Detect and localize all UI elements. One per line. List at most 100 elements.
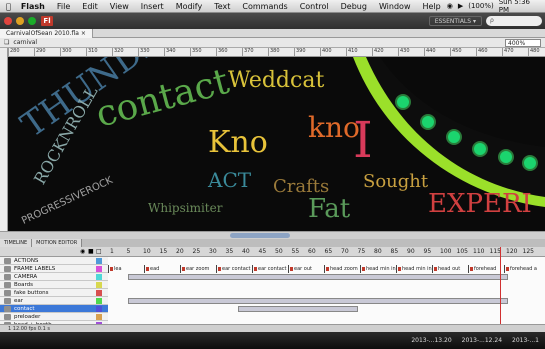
ruler-tick: 450: [450, 48, 476, 56]
layer-row[interactable]: contact: [0, 305, 545, 313]
tween-span[interactable]: [128, 274, 508, 280]
layer-name[interactable]: Boards: [14, 281, 33, 289]
layer-row[interactable]: FRAME LABELS lea ead ear zoom ear contact ear…: [0, 265, 545, 273]
menu-text[interactable]: Text: [208, 2, 236, 11]
stage-horizontal-scrollbar[interactable]: [0, 231, 545, 239]
menu-debug[interactable]: Debug: [335, 2, 373, 11]
frame-label[interactable]: head zoom: [324, 265, 358, 273]
menu-view[interactable]: View: [104, 2, 135, 11]
scrollbar-thumb[interactable]: [230, 233, 290, 238]
playhead[interactable]: [500, 247, 501, 332]
layer-frames[interactable]: [108, 313, 545, 321]
scene-name[interactable]: carnival: [13, 39, 37, 46]
frame-label[interactable]: ear out: [288, 265, 312, 273]
volume-icon[interactable]: ▶: [458, 2, 463, 10]
menu-modify[interactable]: Modify: [170, 2, 209, 11]
ruler-tick: 370: [242, 48, 268, 56]
outline-icon[interactable]: □: [96, 248, 102, 255]
frame-label[interactable]: forehead: [468, 265, 496, 273]
layer-frames[interactable]: lea ead ear zoom ear contact ear contact ear …: [108, 265, 545, 273]
layer-frames[interactable]: [108, 289, 545, 297]
horizontal-ruler: 280 290 300 310 320 330 340 350 360 370 380 390 400 4…: [8, 48, 545, 57]
frame-label[interactable]: ear zoom: [180, 265, 209, 273]
frame-label[interactable]: forehead a: [504, 265, 537, 273]
close-window-button[interactable]: [4, 17, 12, 25]
dock-item[interactable]: 2013-...13.20: [411, 337, 451, 344]
layer-color-swatch[interactable]: [96, 314, 102, 320]
frame-label[interactable]: ead: [144, 265, 159, 273]
layer-frames[interactable]: [108, 273, 545, 281]
layer-frames[interactable]: [108, 297, 545, 305]
wifi-icon[interactable]: ◉: [447, 2, 453, 10]
layer-color-swatch[interactable]: [96, 290, 102, 296]
layer-color-swatch[interactable]: [96, 274, 102, 280]
layer-row[interactable]: ear: [0, 297, 545, 305]
frame-number: 40: [242, 248, 250, 255]
menu-help[interactable]: Help: [416, 2, 446, 11]
document-tab[interactable]: CarnivalOfSean 2010.fla ×: [0, 28, 93, 38]
frame-label[interactable]: head min in: [396, 265, 432, 273]
clock[interactable]: Sun 5:36 PM: [499, 0, 541, 14]
frame-label[interactable]: ear contact: [216, 265, 251, 273]
frame-ruler[interactable]: ◉ ■ □ 1 5 10 15 20 25 30 35 40 45 50 55 60 65 70 75 80 85…: [0, 247, 545, 257]
layer-name[interactable]: CAMERA: [14, 273, 37, 281]
menu-commands[interactable]: Commands: [236, 2, 293, 11]
battery-status[interactable]: (100%): [468, 2, 493, 10]
menu-control[interactable]: Control: [294, 2, 335, 11]
tab-timeline[interactable]: TIMELINE: [0, 239, 33, 247]
frame-number: 90: [407, 248, 415, 255]
layer-color-swatch[interactable]: [96, 258, 102, 264]
menu-window[interactable]: Window: [373, 2, 417, 11]
layer-name[interactable]: FRAME LABELS: [14, 265, 55, 273]
frame-label[interactable]: head min in: [360, 265, 396, 273]
lock-icon[interactable]: ■: [88, 248, 94, 255]
eye-icon[interactable]: ◉: [80, 248, 85, 255]
layer-frames[interactable]: [108, 281, 545, 289]
layer-row[interactable]: Boards: [0, 281, 545, 289]
ruler-tick: 330: [138, 48, 164, 56]
layer-frames[interactable]: [108, 257, 545, 265]
tween-span[interactable]: [128, 298, 508, 304]
frame-number: 110: [473, 248, 485, 255]
frame-number: 125: [522, 248, 534, 255]
frame-label[interactable]: lea: [108, 265, 122, 273]
layer-name[interactable]: contact: [14, 305, 35, 313]
layer-row[interactable]: CAMERA: [0, 273, 545, 281]
dock-item[interactable]: 2013-...1: [512, 337, 539, 344]
tab-motion-editor[interactable]: MOTION EDITOR: [32, 239, 83, 247]
layer-name[interactable]: ACTIONS: [14, 257, 38, 265]
menu-edit[interactable]: Edit: [76, 2, 104, 11]
layer-icon: [4, 290, 11, 296]
layer-name[interactable]: fake buttons: [14, 289, 48, 297]
frame-label[interactable]: ear contact: [252, 265, 287, 273]
layer-row[interactable]: ACTIONS: [0, 257, 545, 265]
minimize-window-button[interactable]: [16, 17, 24, 25]
layer-color-swatch[interactable]: [96, 298, 102, 304]
layer-color-swatch[interactable]: [96, 306, 102, 312]
window-titlebar: Fl ESSENTIALS ▾ ρ: [0, 13, 545, 29]
menu-insert[interactable]: Insert: [135, 2, 170, 11]
frame-number: 30: [209, 248, 217, 255]
zoom-window-button[interactable]: [28, 17, 36, 25]
word-experi: EXPERI: [428, 189, 532, 219]
zoom-select[interactable]: 400%: [505, 38, 541, 47]
menu-app-name[interactable]: Flash: [17, 2, 51, 11]
help-search-input[interactable]: ρ: [486, 16, 542, 26]
layer-frames[interactable]: [108, 305, 545, 313]
layer-name[interactable]: preloader: [14, 313, 40, 321]
dock-item[interactable]: 2013-...12.24: [462, 337, 502, 344]
frame-label[interactable]: head out: [432, 265, 460, 273]
dock: 2013-...13.20 2013-...12.24 2013-...1: [0, 332, 545, 349]
layer-color-swatch[interactable]: [96, 266, 102, 272]
tween-span[interactable]: [238, 306, 358, 312]
word-whip: Whipsimiter: [148, 201, 223, 215]
layer-name[interactable]: ear: [14, 297, 23, 305]
workspace-switcher[interactable]: ESSENTIALS ▾: [428, 16, 482, 26]
scene-icon: ❏: [4, 39, 10, 46]
layer-row[interactable]: fake buttons: [0, 289, 545, 297]
layer-color-swatch[interactable]: [96, 282, 102, 288]
layer-row[interactable]: preloader: [0, 313, 545, 321]
menu-file[interactable]: File: [51, 2, 76, 11]
stage-canvas[interactable]: THUNDER contact Weddcat Kno kno I Fat AC…: [8, 57, 545, 231]
apple-icon[interactable]: : [0, 2, 17, 11]
